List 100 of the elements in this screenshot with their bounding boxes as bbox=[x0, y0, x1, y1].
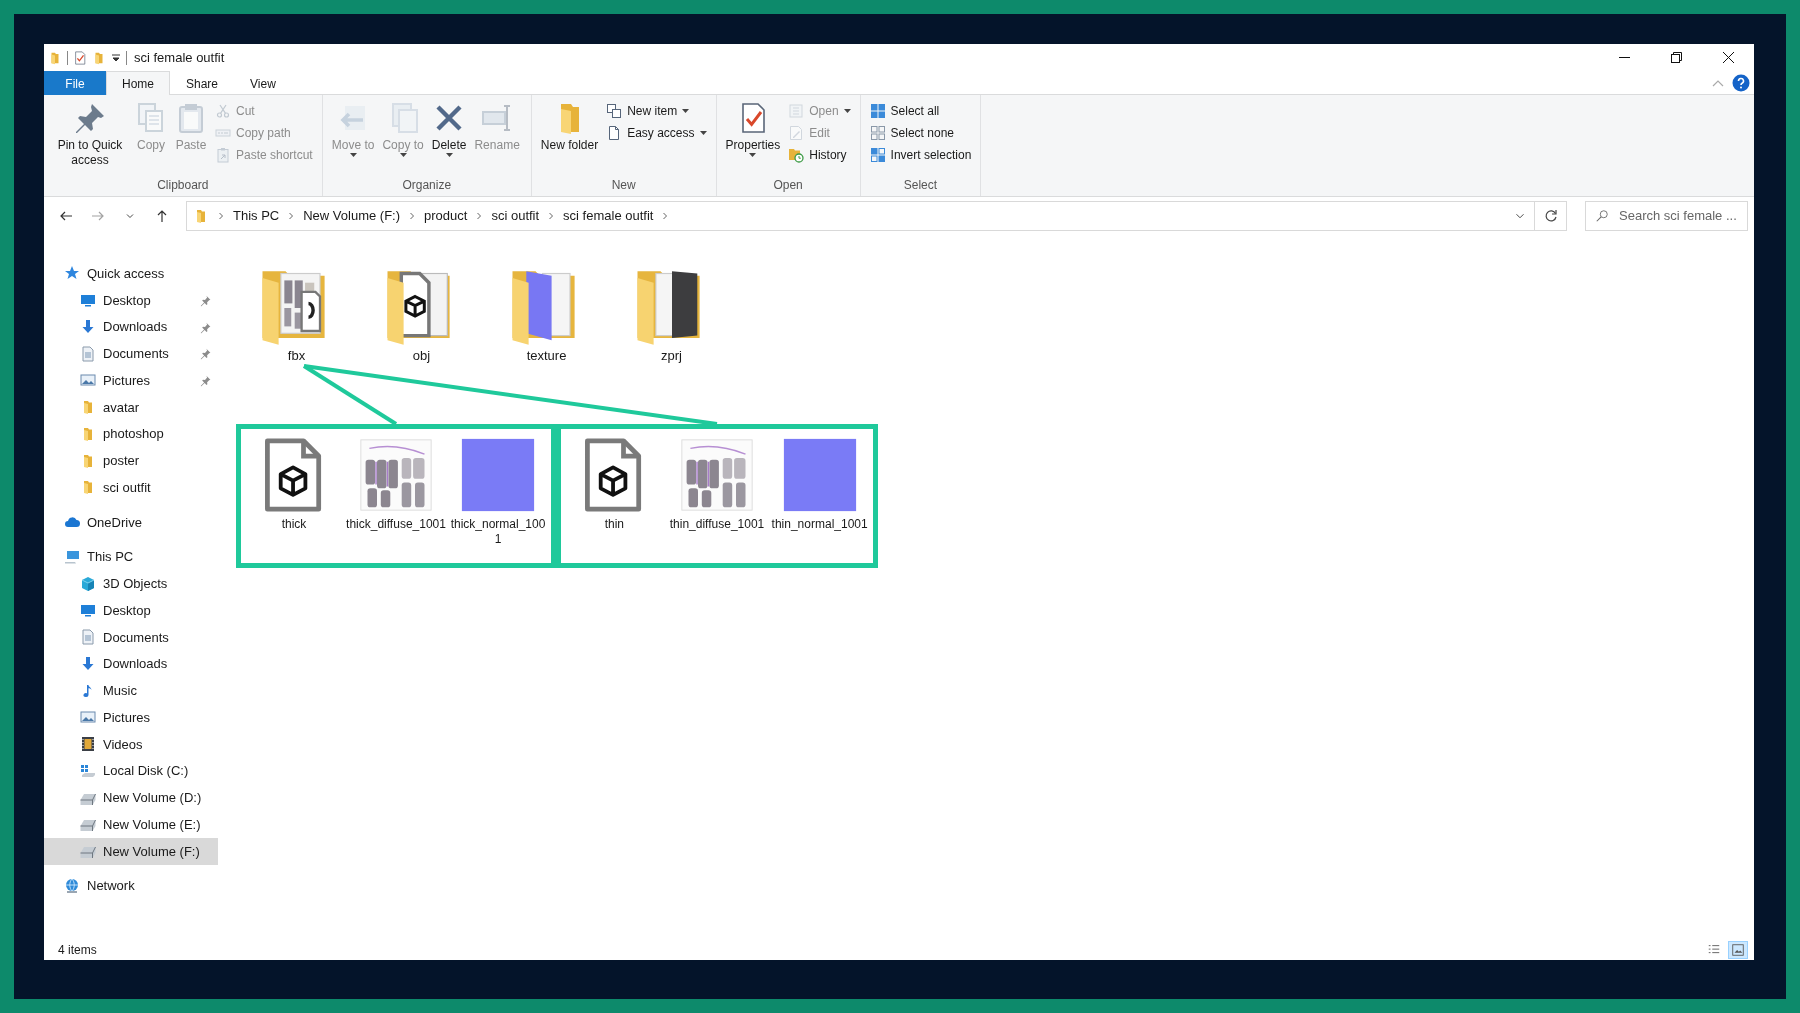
window-title: sci female outfit bbox=[134, 50, 225, 65]
pin-icon bbox=[199, 347, 212, 361]
help-icon[interactable] bbox=[1732, 73, 1750, 92]
file-item[interactable]: thin_normal_1001 bbox=[769, 437, 870, 563]
dropdown-caret-icon[interactable] bbox=[111, 53, 121, 62]
nav-pane-item[interactable]: Documents bbox=[44, 623, 218, 651]
document-icon bbox=[80, 629, 96, 646]
film-icon bbox=[80, 736, 96, 753]
file-item[interactable]: thick_normal_1001 bbox=[448, 437, 548, 563]
nav-pane-item[interactable]: Desktop bbox=[44, 597, 218, 624]
caret-icon bbox=[843, 109, 851, 113]
invert-selection-icon bbox=[869, 147, 886, 163]
caret-icon bbox=[349, 153, 357, 157]
picture-icon bbox=[80, 372, 96, 389]
caret-icon bbox=[749, 153, 757, 157]
ribbon-tab[interactable]: Home bbox=[106, 71, 170, 95]
folder-item[interactable]: fbx bbox=[234, 262, 359, 364]
nav-pane-item[interactable]: Pictures bbox=[44, 367, 218, 394]
nav-pane-item[interactable]: sci outfit bbox=[44, 474, 218, 501]
edit-icon bbox=[788, 125, 805, 141]
nav-pane-item[interactable]: New Volume (F:) bbox=[44, 837, 218, 865]
network-icon bbox=[64, 877, 80, 894]
document-icon bbox=[80, 345, 96, 362]
nav-pane-item[interactable]: New Volume (D:) bbox=[44, 784, 218, 811]
nav-pane-item[interactable]: avatar bbox=[44, 393, 218, 421]
ribbon-button[interactable]: Invert selection bbox=[866, 145, 975, 165]
breadcrumb[interactable]: sci female outfit bbox=[563, 208, 654, 223]
refresh-button[interactable] bbox=[1535, 200, 1567, 231]
nav-pane-item[interactable]: Network bbox=[44, 872, 218, 900]
nav-pane-item[interactable]: This PC bbox=[44, 543, 218, 571]
select-none-icon bbox=[869, 125, 886, 141]
caret-icon bbox=[445, 153, 453, 157]
nav-pane-item[interactable]: Pictures bbox=[44, 704, 218, 731]
desktop-icon bbox=[80, 602, 96, 619]
nav-pane-item[interactable]: OneDrive bbox=[44, 508, 218, 536]
ribbon-button[interactable]: New folder bbox=[537, 98, 602, 157]
nav-pane-item[interactable]: Local Disk (C:) bbox=[44, 757, 218, 785]
ribbon-group-label: Clipboard bbox=[156, 177, 210, 194]
folder-item[interactable]: obj bbox=[359, 262, 484, 364]
nav-pane-item[interactable]: poster bbox=[44, 447, 218, 474]
close-icon bbox=[1722, 52, 1734, 63]
file-item[interactable]: thick_diffuse_1001 bbox=[346, 437, 446, 563]
ribbon-tab[interactable]: Share bbox=[170, 71, 235, 95]
nav-pane-item[interactable]: Videos bbox=[44, 730, 218, 758]
large-icons-view-icon bbox=[1731, 942, 1745, 957]
ribbon-button[interactable]: Easy access bbox=[603, 123, 710, 143]
restore-icon bbox=[1670, 52, 1682, 63]
folder-item[interactable]: texture bbox=[484, 262, 609, 364]
properties-icon bbox=[73, 50, 87, 65]
caret-icon bbox=[682, 109, 690, 113]
ribbon-group-label: Select bbox=[902, 177, 939, 194]
breadcrumb[interactable]: New Volume (F:) bbox=[303, 208, 401, 223]
pin-icon bbox=[74, 102, 106, 134]
breadcrumb[interactable]: This PC bbox=[233, 208, 280, 223]
nav-pane-item[interactable]: Music bbox=[44, 677, 218, 704]
caret-icon bbox=[699, 131, 707, 135]
pin-icon bbox=[199, 374, 212, 387]
cube-icon bbox=[80, 575, 96, 592]
address-bar[interactable]: This PC New Volume (F:) product sci outfit sci female outfit bbox=[186, 200, 1535, 231]
nav-pane-item[interactable]: Desktop bbox=[44, 286, 218, 314]
ribbon-group-label: Open bbox=[772, 177, 804, 194]
breadcrumb[interactable]: product bbox=[424, 208, 468, 223]
nav-pane-item[interactable]: New Volume (E:) bbox=[44, 811, 218, 838]
file-item[interactable]: thin_diffuse_1001 bbox=[667, 437, 767, 563]
file-item[interactable]: thick bbox=[244, 437, 344, 563]
drive-icon bbox=[80, 762, 96, 779]
nav-pane-item[interactable]: 3D Objects bbox=[44, 570, 218, 597]
search-icon bbox=[1595, 208, 1609, 223]
nav-pane-item[interactable]: photoshop bbox=[44, 420, 218, 448]
file-item[interactable]: thin bbox=[564, 437, 665, 563]
ribbon-tab[interactable]: View bbox=[234, 71, 292, 95]
caret-icon bbox=[399, 153, 407, 157]
view-toggle[interactable] bbox=[1728, 940, 1748, 959]
download-icon bbox=[80, 318, 96, 335]
ribbon-button[interactable]: Select all bbox=[866, 101, 975, 121]
scissors-icon bbox=[215, 103, 231, 119]
ribbon-button[interactable]: Delete bbox=[428, 98, 470, 161]
ribbon-group-label: New bbox=[610, 177, 637, 194]
nav-pane-item[interactable]: Downloads bbox=[44, 650, 218, 678]
collapse-ribbon-icon[interactable] bbox=[1712, 78, 1724, 87]
clipboard-icon bbox=[215, 147, 231, 163]
select-all-icon bbox=[869, 103, 886, 119]
folder-item[interactable]: zprj bbox=[609, 262, 734, 364]
ribbon-button[interactable]: Select none bbox=[866, 123, 975, 143]
breadcrumb[interactable]: sci outfit bbox=[491, 208, 540, 223]
open-icon bbox=[788, 103, 805, 119]
ribbon-group-label: Organize bbox=[401, 177, 453, 194]
ribbon-button[interactable]: History bbox=[785, 145, 854, 165]
nav-pane-item[interactable]: Quick access bbox=[44, 260, 218, 287]
nav-pane-item[interactable]: Documents bbox=[44, 340, 218, 367]
ribbon-button[interactable]: Pin to Quick access bbox=[50, 98, 130, 172]
ribbon-tab[interactable]: File bbox=[44, 71, 106, 95]
new-item-icon bbox=[606, 103, 623, 119]
picture-icon bbox=[80, 709, 96, 726]
status-text: 4 items bbox=[58, 942, 97, 957]
desktop-icon bbox=[80, 292, 96, 309]
ribbon-button[interactable]: Properties bbox=[722, 98, 784, 161]
ribbon-button[interactable]: New item bbox=[603, 101, 710, 121]
search-field[interactable]: Search sci female ... bbox=[1585, 200, 1748, 231]
nav-pane-item[interactable]: Downloads bbox=[44, 313, 218, 341]
